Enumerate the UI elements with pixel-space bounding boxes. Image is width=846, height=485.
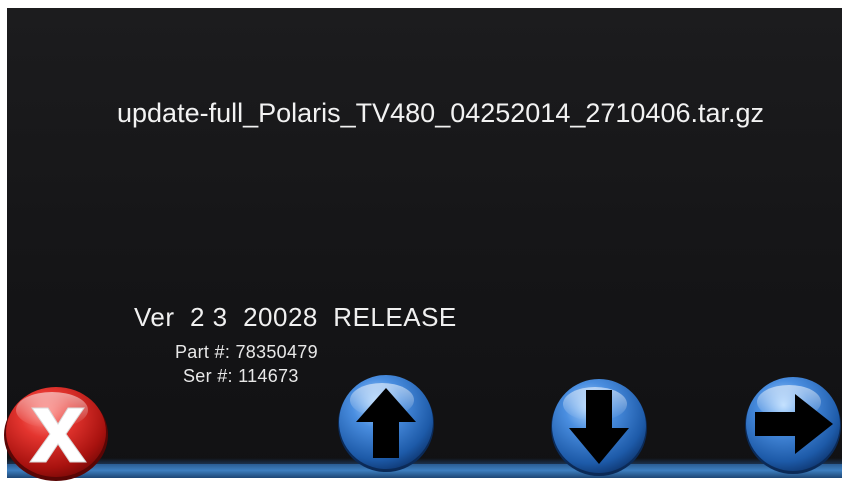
scroll-down-button[interactable] — [549, 376, 649, 476]
arrow-right-icon — [745, 377, 841, 474]
part-number-value: 78350479 — [235, 342, 318, 362]
serial-number-label: Ser #: — [183, 366, 233, 386]
update-filename: update-full_Polaris_TV480_04252014_27104… — [117, 98, 765, 128]
cancel-button[interactable] — [2, 382, 110, 482]
arrow-up-icon — [338, 375, 434, 472]
scroll-up-button[interactable] — [336, 372, 436, 472]
part-number-row: Part #: 78350479 — [175, 342, 318, 363]
arrow-down-icon — [551, 379, 647, 476]
version-label: Ver 2 3 20028 RELEASE — [134, 302, 457, 332]
part-number-label: Part #: — [175, 342, 231, 362]
x-icon — [4, 387, 108, 481]
serial-number-value: 114673 — [238, 366, 299, 386]
next-button[interactable] — [743, 374, 843, 474]
serial-number-row: Ser #: 114673 — [183, 366, 299, 387]
